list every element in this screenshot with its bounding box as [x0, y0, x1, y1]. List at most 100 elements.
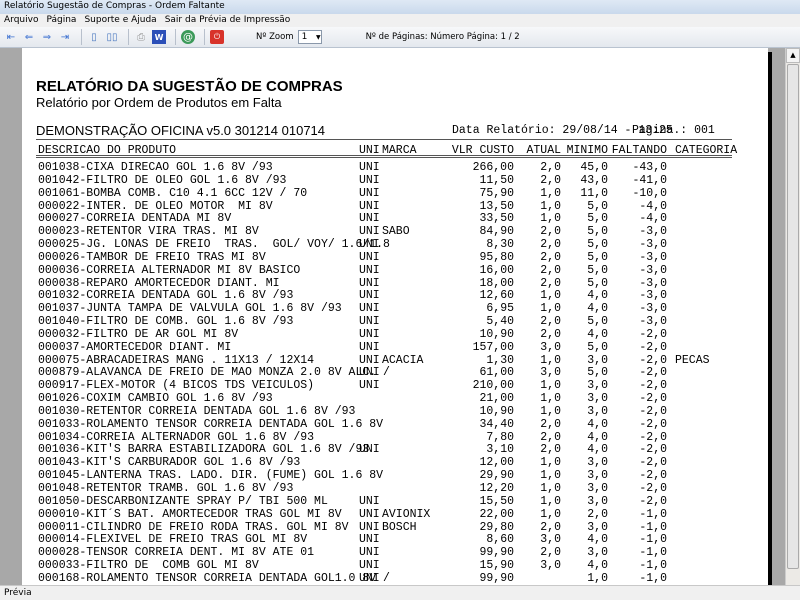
separator: [128, 29, 129, 45]
single-page-icon[interactable]: ▯: [87, 30, 101, 44]
menu-sair-previa[interactable]: Sair da Prévia de Impressão: [165, 14, 296, 27]
close-preview-icon[interactable]: ⏻: [210, 30, 224, 44]
divider: [36, 139, 732, 140]
cell-vlr-custo: 10,90: [479, 327, 514, 341]
cell-atual: 1,0: [540, 482, 561, 495]
cell-minimo: 4,0: [587, 327, 608, 341]
cell-uni: UNI: [359, 533, 380, 547]
cell-atual: 2,0: [540, 263, 561, 277]
cell-vlr-custo: 99,90: [479, 546, 514, 560]
cell-descricao: 001042-FILTRO DE OLEO GOL 1.6 8V /93: [38, 173, 287, 187]
cell-marca: ACACIA: [382, 353, 424, 367]
cell-uni: UNI: [359, 173, 380, 187]
next-page-icon[interactable]: ⇒: [40, 30, 54, 44]
table-row: 000010-KIT´S BAT. AMORTECEDOR TRAS GOL M…: [22, 508, 768, 521]
cell-vlr-custo: 15,90: [479, 559, 514, 573]
cell-uni: UNI: [359, 327, 380, 341]
cell-atual: 2,0: [540, 238, 561, 252]
cell-descricao: 000022-INTER. DE OLEO MOTOR MI 8V: [38, 199, 273, 213]
table-row: 000075-ABRACADEIRAS MANG . 11X13 / 12X14…: [22, 354, 768, 367]
cell-faltando: -2,0: [639, 443, 667, 457]
cell-vlr-custo: 15,50: [479, 494, 514, 508]
menu-pagina[interactable]: Página: [46, 14, 81, 27]
cell-minimo: 3,0: [587, 469, 608, 483]
cell-atual: 1,0: [540, 199, 561, 213]
cell-uni: UNI: [359, 186, 380, 200]
table-row: 001032-CORREIA DENTADA GOL 1.6 8V /93 UNI…: [22, 289, 768, 302]
cell-atual: 2,0: [540, 276, 561, 290]
cell-vlr-custo: 84,90: [479, 225, 514, 239]
chevron-down-icon: ▼: [315, 33, 321, 41]
cell-faltando: -3,0: [639, 302, 667, 316]
table-row: 000038-REPARO AMORTECEDOR DIANT. MI UNI 18…: [22, 277, 768, 290]
cell-uni: UNI: [359, 289, 380, 303]
cell-uni: UNI: [359, 520, 380, 534]
cell-uni: UNI: [359, 161, 380, 174]
scroll-up-icon[interactable]: ▲: [786, 48, 800, 63]
cell-minimo: 4,0: [587, 443, 608, 457]
cell-vlr-custo: 33,50: [479, 212, 514, 226]
cell-atual: 1,0: [540, 404, 561, 418]
cell-minimo: 3,0: [587, 404, 608, 418]
cell-minimo: 5,0: [587, 238, 608, 252]
cell-minimo: 3,0: [587, 379, 608, 393]
cell-vlr-custo: 266,00: [472, 161, 514, 174]
report-title: RELATÓRIO DA SUGESTÃO DE COMPRAS: [36, 78, 343, 95]
cell-vlr-custo: 61,00: [479, 366, 514, 380]
cell-vlr-custo: 157,00: [472, 340, 514, 354]
cell-uni: UNI: [359, 494, 380, 508]
table-row: 000023-RETENTOR VIRA TRAS. MI 8V UNI SABO 8…: [22, 225, 768, 238]
cell-faltando: -10,0: [632, 186, 667, 200]
cell-minimo: 3,0: [587, 482, 608, 495]
cell-atual: 2,0: [540, 520, 561, 534]
vertical-scrollbar[interactable]: ▲: [785, 48, 800, 585]
cell-faltando: -3,0: [639, 250, 667, 264]
cell-descricao: 000038-REPARO AMORTECEDOR DIANT. MI: [38, 276, 280, 290]
cell-faltando: -2,0: [639, 430, 667, 444]
header-divider: [36, 155, 732, 158]
table-row: 000917-FLEX-MOTOR (4 BICOS TDS VEICULOS)…: [22, 379, 768, 392]
cell-faltando: -1,0: [639, 533, 667, 547]
cell-uni: UNI: [359, 263, 380, 277]
cell-faltando: -3,0: [639, 276, 667, 290]
cell-minimo: 3,0: [587, 546, 608, 560]
word-export-icon[interactable]: W: [152, 30, 166, 44]
two-pages-icon[interactable]: ▯▯: [105, 30, 119, 44]
last-page-icon[interactable]: ⇥: [58, 30, 72, 44]
cell-descricao: 000879-ALAVANCA DE FREIO DE MAO MONZA 2.…: [38, 366, 390, 380]
cell-uni: UNI: [359, 340, 380, 354]
prev-page-icon[interactable]: ⇐: [22, 30, 36, 44]
report-page-number: Pagina.: 001: [632, 124, 715, 137]
cell-minimo: 4,0: [587, 302, 608, 316]
menu-arquivo[interactable]: Arquivo: [4, 14, 43, 27]
cell-vlr-custo: 29,80: [479, 520, 514, 534]
cell-descricao: 000025-JG. LONAS DE FREIO TRAS. GOL/ VOY…: [38, 238, 390, 252]
cell-faltando: -1,0: [639, 520, 667, 534]
cell-atual: 2,0: [540, 546, 561, 560]
cell-faltando: -3,0: [639, 263, 667, 277]
table-row: 001033-ROLAMENTO TENSOR CORREIA DENTADA …: [22, 418, 768, 431]
table-row: 000168-ROLAMENTO TENSOR CORREIA DENTADA …: [22, 572, 768, 585]
cell-vlr-custo: 11,50: [479, 173, 514, 187]
cell-vlr-custo: 12,20: [479, 482, 514, 495]
cell-descricao: 000027-CORREIA DENTADA MI 8V: [38, 212, 232, 226]
cell-atual: 2,0: [540, 417, 561, 431]
table-row: 001043-KIT'S CARBURADOR GOL 1.6 8V /93 12…: [22, 456, 768, 469]
cell-vlr-custo: 12,00: [479, 456, 514, 470]
scroll-thumb[interactable]: [787, 64, 799, 569]
cell-atual: 1,0: [540, 353, 561, 367]
menu-suporte[interactable]: Suporte e Ajuda: [84, 14, 161, 27]
email-export-icon[interactable]: @: [181, 30, 195, 44]
cell-faltando: -4,0: [639, 199, 667, 213]
company-name: DEMONSTRAÇÃO OFICINA v5.0 301214 010714: [36, 123, 326, 138]
table-row: 000032-FILTRO DE AR GOL MI 8V UNI 10,90 2,0…: [22, 328, 768, 341]
cell-minimo: 5,0: [587, 340, 608, 354]
table-row: 001040-FILTRO DE COMB. GOL 1.6 8V /93 UNI…: [22, 315, 768, 328]
cell-uni: UNI: [359, 315, 380, 329]
cell-minimo: 5,0: [587, 366, 608, 380]
first-page-icon[interactable]: ⇤: [4, 30, 18, 44]
cell-faltando: -2,0: [639, 404, 667, 418]
cell-faltando: -43,0: [632, 161, 667, 174]
zoom-select[interactable]: 1 ▼: [297, 30, 322, 44]
print-icon[interactable]: ⎙: [134, 30, 148, 44]
